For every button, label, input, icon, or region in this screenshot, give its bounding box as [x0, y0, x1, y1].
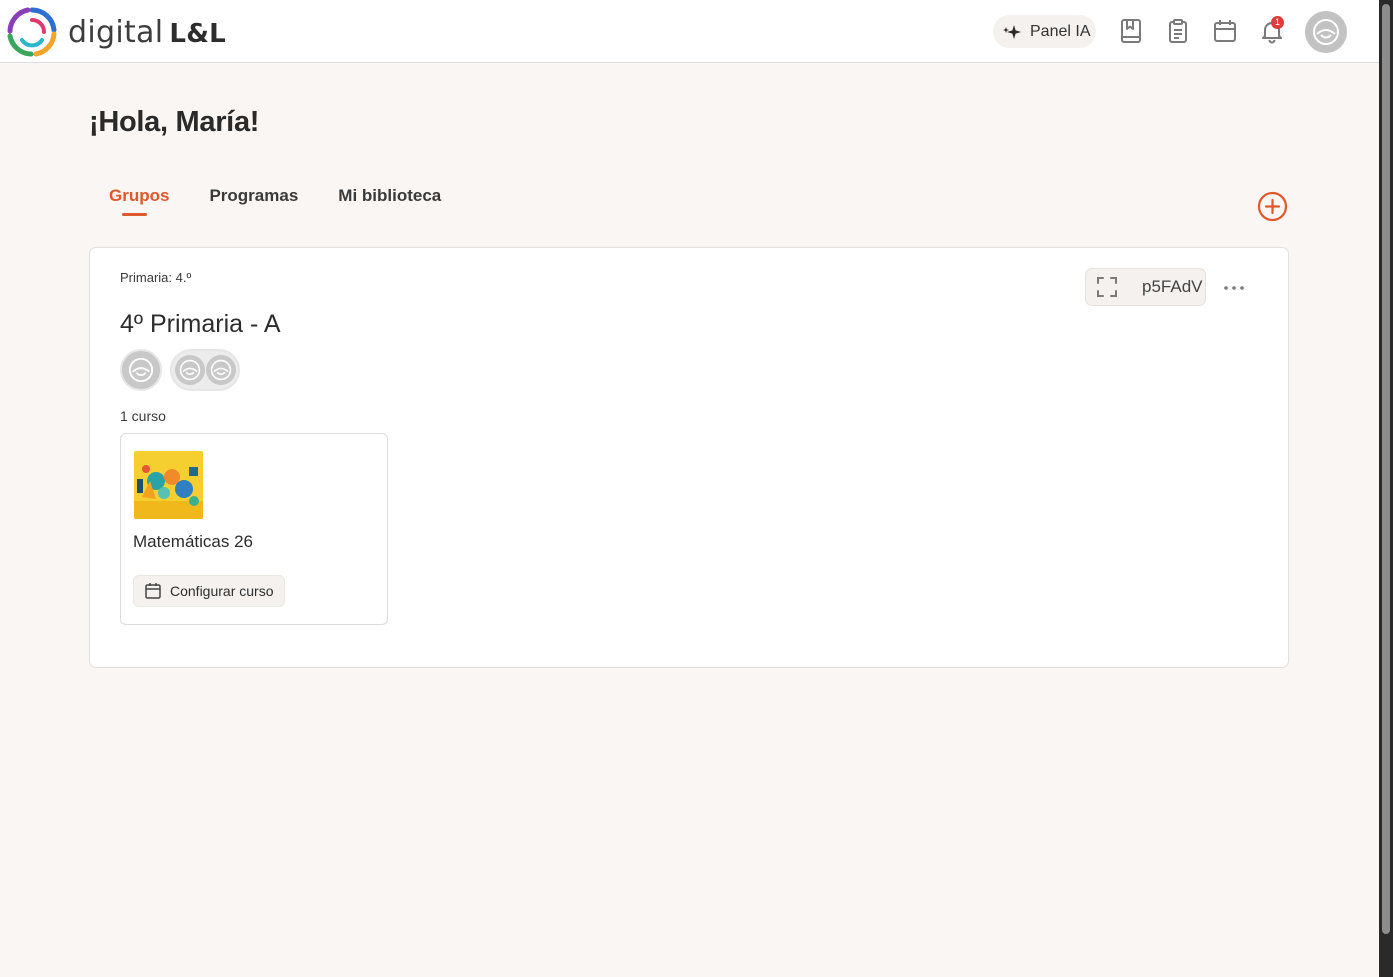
- panel-ia-button[interactable]: Panel IA: [993, 15, 1096, 48]
- group-card: Primaria: 4.º 4º Primaria - A p5FAdV 1 c…: [89, 247, 1289, 668]
- course-name[interactable]: Matemáticas 26: [133, 532, 253, 552]
- logo-text: digital L&L: [68, 15, 226, 50]
- teacher-avatar[interactable]: [120, 349, 162, 391]
- expand-icon: [1097, 277, 1117, 297]
- configure-course-label: Configurar curso: [170, 583, 274, 599]
- vertical-scrollbar[interactable]: [1379, 0, 1393, 977]
- student-avatar: [205, 355, 236, 385]
- user-avatar-icon: [128, 357, 154, 383]
- course-card[interactable]: Matemáticas 26 Configurar curso: [120, 433, 388, 625]
- scrollbar-thumb[interactable]: [1382, 4, 1390, 934]
- group-code: p5FAdV: [1142, 277, 1203, 296]
- logo-suffix: L&L: [169, 18, 227, 49]
- user-avatar-icon: [179, 359, 200, 381]
- course-thumbnail: [134, 451, 203, 519]
- notifications-button[interactable]: 1: [1259, 16, 1285, 44]
- tab-mi-biblioteca[interactable]: Mi biblioteca: [338, 186, 441, 206]
- panel-ia-label: Panel IA: [1030, 22, 1091, 40]
- tab-programas[interactable]: Programas: [209, 186, 298, 206]
- calendar-icon[interactable]: [1212, 18, 1238, 44]
- group-code-button[interactable]: p5FAdV: [1085, 268, 1206, 306]
- logo-swirl-icon: [7, 7, 57, 57]
- group-level: Primaria: 4.º: [120, 270, 192, 285]
- clipboard-icon[interactable]: [1165, 18, 1191, 44]
- tab-bar: Grupos Programas Mi biblioteca: [109, 186, 481, 216]
- tab-grupos[interactable]: Grupos: [109, 186, 169, 216]
- configure-course-button[interactable]: Configurar curso: [133, 575, 285, 607]
- calendar-icon: [145, 583, 161, 599]
- user-avatar-icon: [1313, 19, 1339, 45]
- students-avatars[interactable]: [170, 349, 240, 391]
- course-count: 1 curso: [120, 408, 166, 424]
- notification-badge: 1: [1271, 16, 1284, 29]
- logo-word: digital: [68, 14, 164, 50]
- student-avatar: [174, 355, 205, 385]
- sparkle-icon: [1003, 24, 1021, 39]
- user-avatar-icon: [210, 359, 231, 381]
- page-title: ¡Hola, María!: [89, 106, 260, 138]
- user-avatar[interactable]: [1305, 11, 1347, 53]
- group-members: [120, 349, 240, 391]
- add-circle-icon[interactable]: [1257, 191, 1288, 222]
- top-bar: digital L&L Panel IA 1: [0, 0, 1379, 63]
- group-title[interactable]: 4º Primaria - A: [120, 310, 281, 339]
- more-options-icon[interactable]: [1223, 278, 1245, 298]
- book-icon[interactable]: [1118, 18, 1144, 44]
- brand-logo[interactable]: digital L&L: [4, 3, 226, 61]
